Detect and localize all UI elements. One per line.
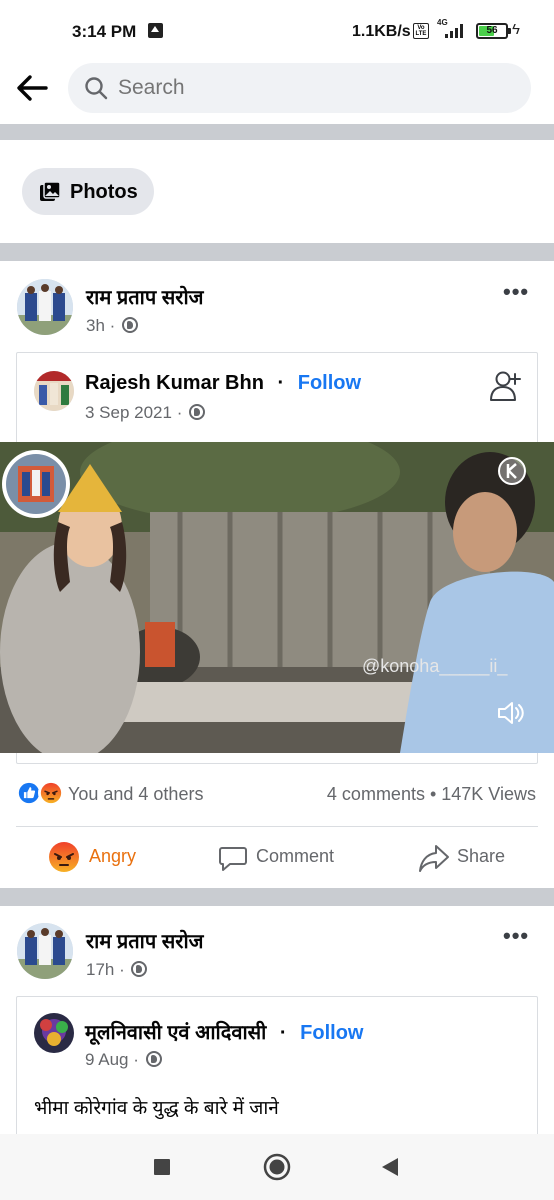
globe-icon [189, 404, 206, 420]
share-icon [419, 845, 449, 872]
post-time: 17h · [86, 960, 125, 979]
battery-icon: 56 [476, 23, 511, 39]
volte-icon: Vo LTE [413, 23, 429, 39]
shared-date: 3 Sep 2021 · [85, 403, 183, 422]
separator-dot: · [277, 372, 285, 394]
shared-author-line: Rajesh Kumar Bhn · Follow [85, 372, 361, 395]
photos-filter-chip[interactable]: Photos [22, 168, 154, 215]
search-bar[interactable] [68, 63, 531, 113]
post-author[interactable]: राम प्रताप सरोज [86, 283, 203, 310]
more-options-icon[interactable]: ••• [503, 279, 529, 305]
shared-author[interactable]: मूलनिवासी एवं आदिवासी [85, 1022, 266, 1044]
volume-icon[interactable] [496, 698, 526, 728]
comment-icon [219, 847, 247, 871]
status-bar: 3:14 PM 1.1KB/s Vo LTE 4G 56 ϟ [0, 0, 554, 62]
post-meta: 3h · [86, 316, 139, 336]
avatar[interactable] [17, 923, 73, 979]
angry-reaction-button[interactable]: Angry [46, 836, 156, 880]
row-divider [16, 826, 538, 827]
battery-level: 56 [486, 25, 498, 36]
home-button[interactable] [263, 1153, 291, 1181]
search-input[interactable] [118, 63, 498, 113]
shared-author[interactable]: Rajesh Kumar Bhn [85, 372, 264, 394]
add-friend-icon[interactable] [488, 368, 524, 404]
avatar-image [17, 923, 73, 979]
upload-icon [148, 23, 163, 38]
avatar-image [17, 279, 73, 335]
shared-author-line: मूलनिवासी एवं आदिवासी · Follow [85, 1018, 363, 1045]
globe-icon [131, 961, 148, 977]
shared-meta: 3 Sep 2021 · [85, 403, 206, 423]
more-options-icon[interactable]: ••• [503, 923, 529, 949]
share-button[interactable]: Share [418, 836, 518, 880]
video-player[interactable]: @konoha_____ii_ [0, 442, 554, 753]
section-divider [0, 243, 554, 261]
section-divider [0, 124, 554, 140]
video-watermark: @konoha_____ii_ [362, 656, 508, 676]
status-time: 3:14 PM [72, 22, 137, 41]
video-frame [0, 442, 554, 753]
follow-button[interactable]: Follow [298, 372, 361, 394]
shared-post-text: भीमा कोरेगांव के युद्ध के बारे में जाने [34, 1098, 279, 1119]
back-button[interactable] [14, 70, 54, 106]
avatar-image [34, 371, 74, 411]
share-label: Share [457, 846, 506, 866]
photos-icon [40, 181, 61, 201]
avatar-image [34, 1013, 74, 1053]
shared-date: 9 Aug · [85, 1050, 139, 1069]
arrow-left-icon [17, 75, 48, 101]
angry-face-icon [49, 842, 79, 872]
angry-reaction-icon [38, 780, 64, 806]
system-nav-bar [0, 1134, 554, 1200]
network-speed: 1.1KB/s [352, 23, 411, 40]
post-time: 3h · [86, 316, 116, 335]
search-icon [85, 77, 108, 100]
charging-icon: ϟ [512, 21, 520, 38]
separator-dot: · [279, 1022, 287, 1044]
post-stats[interactable]: 4 comments • 147K Views [327, 784, 536, 805]
post-author[interactable]: राम प्रताप सरोज [86, 927, 203, 954]
shared-author-avatar[interactable] [34, 371, 74, 411]
kinemaster-logo-icon [498, 457, 526, 485]
reaction-text[interactable]: You and 4 others [68, 784, 203, 805]
recent-apps-button[interactable] [153, 1158, 171, 1176]
shared-meta: 9 Aug · [85, 1050, 162, 1070]
shared-author-avatar[interactable] [34, 1013, 74, 1053]
globe-icon [145, 1051, 162, 1067]
signal-icon [445, 24, 463, 38]
back-nav-button[interactable] [380, 1157, 400, 1177]
photos-filter-label: Photos [70, 181, 138, 203]
section-divider [0, 888, 554, 906]
angry-label: Angry [89, 846, 137, 866]
globe-icon [122, 317, 139, 333]
follow-button[interactable]: Follow [300, 1022, 363, 1044]
comment-button[interactable]: Comment [218, 836, 348, 880]
comment-label: Comment [256, 846, 335, 866]
avatar[interactable] [17, 279, 73, 335]
post-meta: 17h · [86, 960, 148, 980]
